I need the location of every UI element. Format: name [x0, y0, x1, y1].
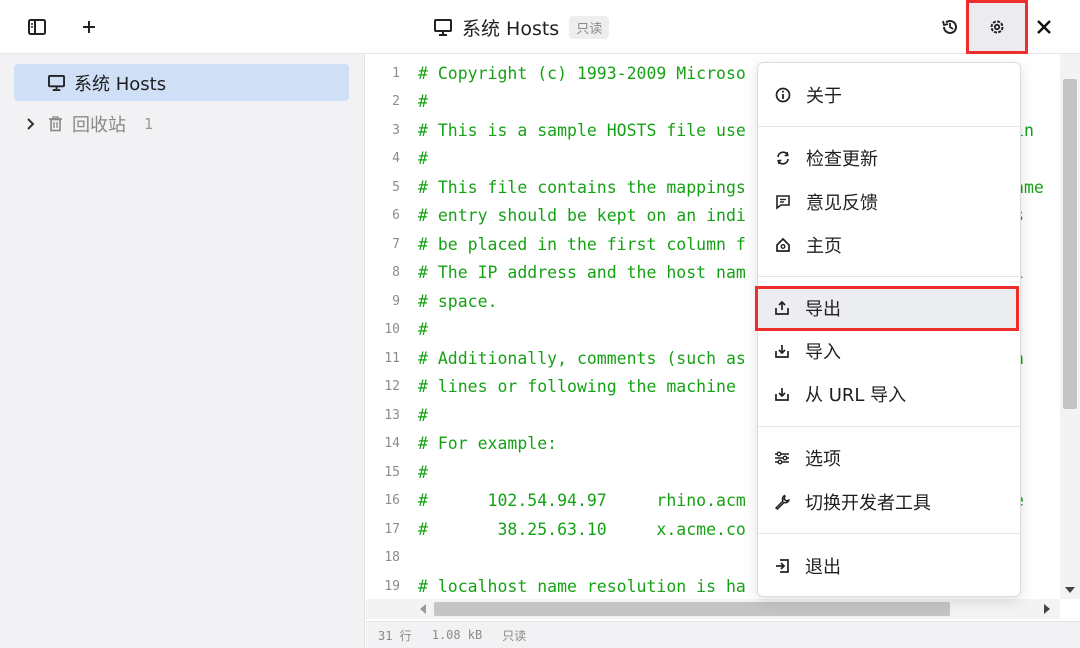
line-number: 1 [392, 65, 400, 81]
line-number: 14 [384, 436, 400, 451]
vertical-scrollbar[interactable] [1060, 54, 1080, 599]
menu-divider [758, 426, 1020, 427]
line-number: 11 [384, 350, 400, 366]
monitor-icon [48, 74, 65, 91]
line-number: 9 [392, 293, 400, 309]
import-icon [773, 342, 791, 360]
line-number: 2 [392, 94, 400, 109]
settings-button[interactable] [966, 0, 1028, 54]
code-text: # space. [418, 291, 498, 311]
line-number: 19 [384, 578, 400, 594]
line-number: 15 [384, 464, 400, 480]
menu-item-exit[interactable]: 退出 [757, 546, 1019, 586]
window-title: 系统 Hosts 只读 [434, 13, 610, 41]
code-text: # [418, 92, 428, 111]
trash-count: 1 [144, 114, 154, 133]
line-number: 5 [392, 179, 400, 195]
monitor-icon [434, 18, 452, 36]
line-number: 3 [392, 122, 400, 138]
code-text: # Copyright (c) 1993-2009 Microso [418, 63, 746, 83]
history-icon [942, 19, 957, 34]
code-text: # localhost name resolution is ha [418, 576, 746, 596]
scroll-right-icon[interactable] [1044, 604, 1050, 614]
line-number: 6 [392, 208, 400, 223]
menu-item-import-url[interactable]: 从 URL 导入 [757, 374, 1019, 414]
horizontal-scroll-thumb[interactable] [434, 602, 950, 616]
status-bar: 31 行 1.08 kB 只读 [366, 621, 1080, 648]
code-text: # [418, 462, 428, 482]
sidebar-item-label: 系统 Hosts [74, 73, 167, 95]
top-bar: 系统 Hosts 只读 [0, 0, 1080, 54]
line-count: 31 行 [378, 628, 412, 643]
line-number: 13 [384, 407, 400, 423]
code-text: # [418, 149, 428, 168]
code-text: # [418, 320, 428, 339]
line-number: 7 [392, 236, 400, 252]
scroll-left-icon[interactable] [420, 604, 426, 614]
page-title: 系统 Hosts [462, 17, 560, 40]
wrench-icon [773, 493, 791, 511]
code-text: # For example: [418, 434, 558, 453]
menu-item-import[interactable]: 导入 [757, 331, 1019, 371]
sidebar-toggle-icon [28, 19, 46, 35]
close-icon [1037, 20, 1051, 34]
sidebar-item-system-hosts[interactable]: 系统 Hosts [14, 64, 349, 101]
readonly-badge: 只读 [569, 15, 610, 39]
chevron-right-icon[interactable] [26, 117, 36, 130]
code-text: # [418, 405, 428, 425]
menu-item-devtools[interactable]: 切换开发者工具 [757, 482, 1019, 522]
line-number: 4 [392, 151, 400, 166]
menu-item-options[interactable]: 选项 [757, 438, 1019, 478]
file-size: 1.08 kB [431, 628, 483, 642]
sliders-icon [773, 449, 791, 467]
scroll-down-icon[interactable] [1065, 587, 1075, 593]
menu-divider [758, 533, 1020, 534]
horizontal-scrollbar[interactable] [366, 599, 1060, 619]
sidebar: 系统 Hosts 回收站 1 [0, 54, 365, 648]
menu-item-export[interactable]: 导出 [757, 288, 1019, 328]
gear-icon [990, 20, 1004, 34]
toggle-sidebar-button[interactable] [20, 10, 54, 44]
plus-icon [83, 21, 95, 33]
readonly-status: 只读 [502, 628, 527, 643]
line-number: 18 [384, 550, 400, 565]
sidebar-item-trash[interactable]: 回收站 1 [14, 105, 349, 142]
sidebar-item-label: 回收站 [72, 114, 126, 136]
import-url-icon [773, 385, 791, 403]
trash-icon [49, 115, 62, 131]
line-number: 10 [384, 322, 400, 337]
line-number: 17 [384, 521, 400, 537]
exit-icon [773, 557, 791, 575]
history-button[interactable] [933, 10, 967, 44]
line-number: 16 [384, 493, 400, 508]
line-number: 12 [384, 379, 400, 394]
add-button[interactable] [72, 10, 106, 44]
vertical-scroll-thumb[interactable] [1063, 79, 1077, 409]
close-button[interactable] [1027, 10, 1061, 44]
export-icon [773, 299, 791, 317]
line-number: 8 [392, 265, 400, 280]
settings-menu-overlay: 导出 导入 从 URL 导入 选项 切换开发者工具 退出 [757, 62, 1021, 597]
